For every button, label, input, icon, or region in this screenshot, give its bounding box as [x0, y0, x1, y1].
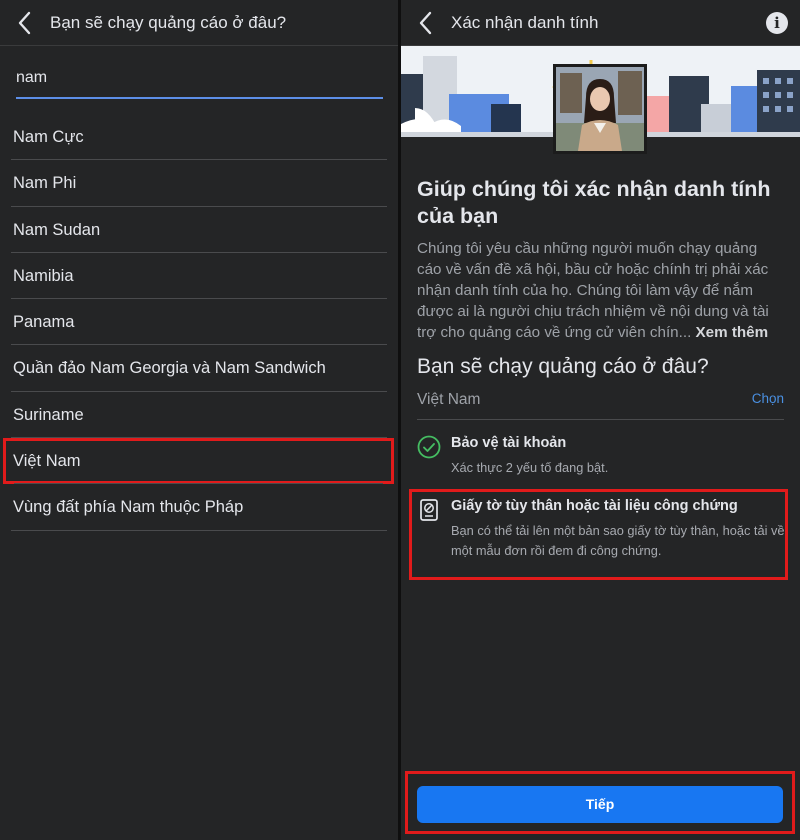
highlight-box-next-button [405, 771, 795, 834]
see-more-link[interactable]: Xem thêm [696, 324, 769, 341]
country-picker-screen: Bạn sẽ chạy quảng cáo ở đâu? Nam Cực Nam… [0, 0, 398, 840]
page-title: Bạn sẽ chạy quảng cáo ở đâu? [50, 13, 287, 32]
requirement-title: Bảo vệ tài khoản [451, 435, 567, 451]
country-list: Nam Cực Nam Phi Nam Sudan Namibia Panama… [0, 114, 398, 531]
country-item-viet-nam[interactable]: Việt Nam [3, 438, 394, 485]
info-icon[interactable]: i [766, 12, 788, 34]
country-item-nam-phi[interactable]: Nam Phi [0, 160, 398, 207]
user-photo [553, 64, 647, 154]
country-item-nam-cuc[interactable]: Nam Cực [0, 114, 398, 161]
country-item-namibia[interactable]: Namibia [0, 253, 398, 300]
country-picker-header: Bạn sẽ chạy quảng cáo ở đâu? [0, 0, 398, 46]
country-item-suriname[interactable]: Suriname [0, 392, 398, 439]
check-circle-icon [417, 435, 441, 459]
country-item-nam-sudan[interactable]: Nam Sudan [0, 207, 398, 254]
search-field[interactable] [16, 64, 383, 99]
country-item-south-georgia[interactable]: Quần đảo Nam Georgia và Nam Sandwich [0, 345, 398, 393]
country-item-panama[interactable]: Panama [0, 299, 398, 346]
country-item-french-southern[interactable]: Vùng đất phía Nam thuộc Pháp [0, 484, 398, 531]
highlight-box-id-document [409, 489, 788, 580]
selected-country: Việt Nam [417, 391, 481, 408]
person-portrait-icon [556, 67, 644, 151]
country-selector[interactable]: Việt Nam Chọn [417, 388, 784, 420]
location-question: Bạn sẽ chạy quảng cáo ở đâu? [417, 355, 709, 378]
identity-verification-screen: Xác nhận danh tính i Giúp chúng tôi xác … [401, 0, 800, 840]
back-arrow-icon[interactable] [14, 10, 36, 36]
requirement-subtitle: Xác thực 2 yếu tố đang bật. [451, 460, 609, 475]
verification-header: Xác nhận danh tính i [401, 0, 800, 46]
verification-heading: Giúp chúng tôi xác nhận danh tính của bạ… [417, 177, 771, 228]
verification-description: Chúng tôi yêu cầu những người muốn chạy … [417, 238, 783, 343]
search-input[interactable] [16, 64, 383, 87]
page-title: Xác nhận danh tính [451, 13, 599, 32]
back-arrow-icon[interactable] [415, 10, 437, 36]
choose-country-link[interactable]: Chọn [752, 391, 784, 406]
